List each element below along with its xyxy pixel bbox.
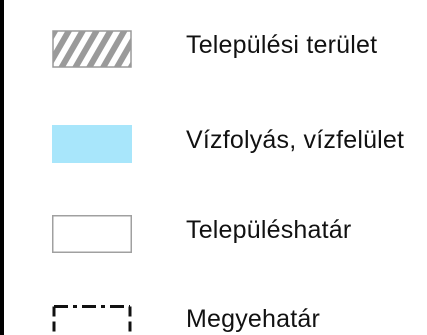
- legend-item-settlement-boundary: Településhatár: [0, 207, 427, 257]
- county-boundary-icon: [52, 305, 132, 335]
- legend-label-settlement-area: Települési terület: [186, 31, 378, 59]
- legend-item-settlement-area: Települési terület: [0, 22, 427, 72]
- water-area-icon: [52, 125, 132, 163]
- legend-item-water: Vízfolyás, vízfelület: [0, 117, 427, 167]
- legend-label-water: Vízfolyás, vízfelület: [186, 126, 405, 154]
- hatched-area-icon: [52, 30, 132, 68]
- legend-label-settlement-boundary: Településhatár: [186, 216, 352, 244]
- legend-item-county-boundary: Megyehatár: [0, 296, 427, 335]
- settlement-boundary-icon: [52, 215, 132, 253]
- legend-label-county-boundary: Megyehatár: [186, 305, 321, 333]
